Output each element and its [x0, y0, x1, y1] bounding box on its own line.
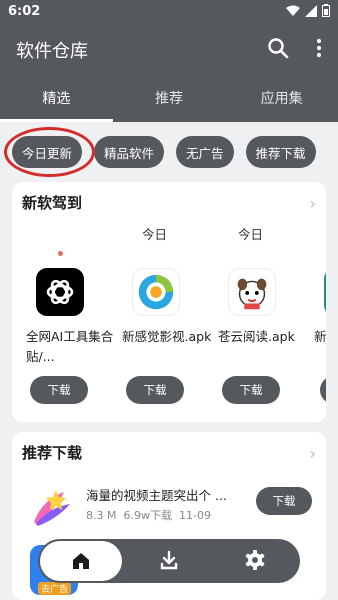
app-item[interactable]: 新0. 下载: [310, 268, 326, 404]
nav-home[interactable]: [40, 541, 122, 581]
chevron-right-icon[interactable]: ›: [310, 444, 316, 463]
ad-free-badge: 去广告: [38, 582, 72, 595]
app-icon: [324, 268, 326, 316]
section-title: 推荐下载: [22, 444, 83, 462]
download-button[interactable]: 下载: [256, 487, 312, 515]
tab-bar: 精选 推荐 应用集: [0, 74, 338, 122]
download-nav-icon[interactable]: [158, 549, 180, 571]
app-name: 新感觉影视.apk: [122, 329, 212, 344]
home-icon: [73, 553, 89, 569]
chip-recommended-download[interactable]: 推荐下载: [245, 136, 316, 168]
app-name: 全网AI工具集合贴/...: [26, 329, 114, 364]
list-item[interactable]: 海量的视频主题突出个 ... 8.3 M 6.9w下载 11-09 下载: [12, 476, 326, 536]
chevron-right-icon[interactable]: ›: [310, 194, 316, 213]
video-app-icon: [132, 268, 180, 316]
app-name: 新0.: [314, 329, 326, 344]
app-bar: 软件仓库: [0, 24, 338, 74]
battery-icon: [322, 4, 330, 17]
status-time: 6:02: [8, 4, 41, 19]
reading-app-icon: [228, 268, 276, 316]
day-label: 今日: [142, 227, 168, 242]
app-item[interactable]: 全网AI工具集合贴/... 下载: [22, 268, 113, 404]
download-button[interactable]: 下载: [320, 376, 326, 404]
search-icon[interactable]: [266, 36, 290, 60]
chip-no-ads[interactable]: 无广告: [176, 136, 234, 168]
timeline-dot: [58, 251, 63, 256]
app-item[interactable]: 新感觉影视.apk 下载: [118, 268, 211, 404]
new-software-card: 新软驾到 › 今日 今日 全网AI工具集合贴/... 下载 新感觉影视.apk: [12, 182, 326, 422]
settings-icon[interactable]: [244, 549, 266, 571]
app-name: 海量的视频主题突出个 ...: [86, 488, 227, 503]
section-title: 新软驾到: [22, 194, 83, 212]
app-size: 8.3 M: [86, 509, 117, 522]
wifi-icon: [286, 5, 300, 16]
app-title: 软件仓库: [16, 41, 88, 62]
download-button[interactable]: 下载: [30, 376, 88, 404]
annotation-circle: [4, 127, 95, 177]
tab-featured[interactable]: 精选: [0, 74, 113, 122]
tab-recommended[interactable]: 推荐: [113, 74, 226, 122]
chip-premium-software[interactable]: 精品软件: [94, 136, 165, 168]
download-button[interactable]: 下载: [222, 376, 280, 404]
app-item[interactable]: 苍云阅读.apk 下载: [214, 268, 304, 404]
tab-collections[interactable]: 应用集: [225, 74, 338, 122]
app-name: 苍云阅读.apk: [218, 329, 295, 344]
signal-icon: [305, 4, 317, 17]
update-date: 11-09: [178, 509, 211, 522]
openai-logo-icon: [36, 268, 84, 316]
download-button[interactable]: 下载: [126, 376, 184, 404]
video-theme-app-icon: [34, 490, 70, 526]
status-bar: 6:02: [0, 0, 338, 24]
day-label: 今日: [238, 227, 264, 242]
status-icons: [286, 4, 330, 17]
more-vert-icon[interactable]: [310, 36, 328, 60]
app-meta: 8.3 M 6.9w下载 11-09: [86, 507, 211, 523]
bottom-navigation: [38, 539, 300, 583]
download-count: 6.9w下载: [123, 509, 172, 522]
